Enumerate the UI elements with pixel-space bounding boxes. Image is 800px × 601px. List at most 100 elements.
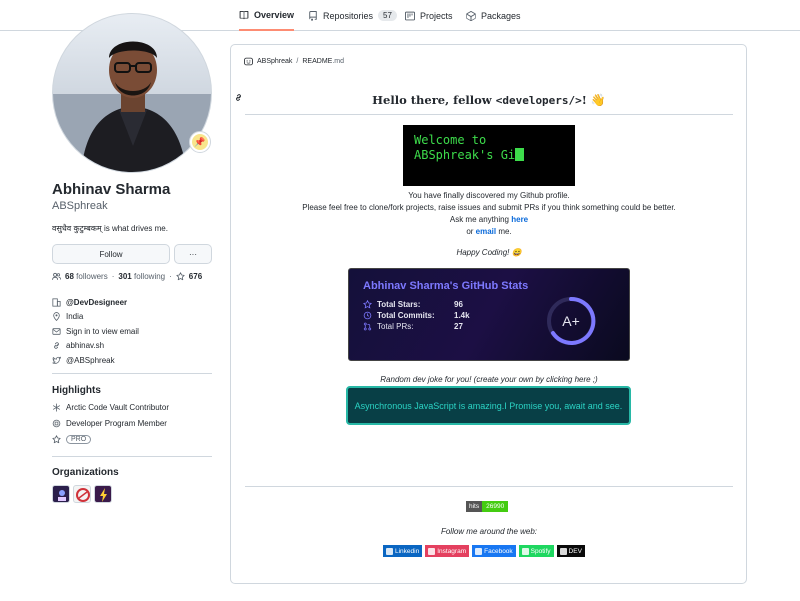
terminal-line-1: Welcome to [414,133,487,147]
org-avatar[interactable] [94,485,112,503]
stars-count[interactable]: 676 [189,272,202,281]
or-text: or [466,227,476,236]
more-options-button[interactable]: ··· [174,244,212,264]
tab-projects-label: Projects [420,10,453,21]
organizations-title: Organizations [52,467,119,478]
ask-here-link[interactable]: here [511,215,528,224]
highlight-developer: Developer Program Member [52,419,167,428]
twitter-link[interactable]: @ABSphreak [66,356,115,365]
readme-owner-link[interactable]: ABSphreak [257,58,292,65]
follow-button[interactable]: Follow [52,244,170,264]
stat-value: 1.4k [454,311,470,320]
intro-line-4: or email me. [245,227,733,236]
org-logo-icon [76,488,90,502]
divider [52,456,212,457]
github-stats-card: Abhinav Sharma's GitHub Stats Total Star… [348,268,630,361]
ask-text: Ask me anything [449,215,512,224]
linkedin-badge[interactable]: Linkedin [383,545,423,557]
section-divider [245,486,733,487]
profile-username: ABSphreak [52,200,108,212]
instagram-badge[interactable]: Instagram [425,545,470,557]
instagram-label: Instagram [437,547,467,555]
followers-count: 68 [65,272,74,281]
spotify-badge[interactable]: Spotify [518,545,554,557]
stat-label: Total Commits: [377,311,435,320]
following-link[interactable]: 301 following [118,272,165,281]
star-icon [52,435,61,444]
org-avatar[interactable] [52,485,70,503]
tab-repositories-label: Repositories [323,10,374,21]
location-icon [53,312,60,322]
dot-separator: · [111,272,115,281]
highlights-title: Highlights [52,385,101,396]
facebook-badge[interactable]: Facebook [472,545,516,557]
happy-coding: Happy Coding! 😄 [245,248,733,257]
org-avatar[interactable] [73,485,91,503]
tab-repositories[interactable]: Repositories 57 [308,0,397,31]
hits-badge: hits 26990 [466,501,509,512]
profile-name: Abhinav Sharma [52,181,171,198]
tab-projects[interactable]: Projects [405,0,453,31]
terminal-line-2-text: ABSphreak's Gi [414,148,516,162]
instagram-icon [428,547,436,555]
stat-label: Total Stars: [377,300,421,309]
mail-icon [52,328,61,335]
follow-stats: 68 followers · 301 following · 676 [52,272,202,281]
tab-packages[interactable]: Packages [466,0,521,31]
tab-overview[interactable]: Overview [239,0,295,31]
book-icon [239,10,249,19]
avatar[interactable] [52,13,212,173]
grade-ring: A+ [547,296,596,345]
intro-line-1: You have finally discovered my Github pr… [408,191,570,200]
email-item: Sign in to view email [52,324,139,339]
follow-web-text: Follow me around the web: [440,527,538,536]
highlight-arctic-label[interactable]: Arctic Code Vault Contributor [66,403,169,412]
tab-packages-label: Packages [481,10,521,21]
stats-title: Abhinav Sharma's GitHub Stats [363,280,529,292]
company-link[interactable]: @DevDesigneer [66,298,127,307]
email-link[interactable]: email [476,227,496,236]
linkedin-icon [386,547,393,555]
hits-label: hits [466,501,483,512]
typing-terminal-banner: Welcome to ABSphreak's Gi [403,125,575,186]
waving-hand-icon: 👋 [590,93,606,107]
following-label: following [133,272,166,281]
location-item: India [52,310,139,325]
website-link[interactable]: abhinav.sh [66,341,104,350]
terminal-cursor [515,148,525,161]
readme-heading: Hello there, fellow <developers/>! 👋 [245,93,733,107]
followers-label: followers [76,272,108,281]
dev-badge[interactable]: DEV [556,545,585,557]
twitter-icon [52,356,61,364]
highlight-developer-label[interactable]: Developer Program Member [66,419,167,428]
repositories-count-badge: 57 [378,10,397,21]
location-text: India [66,312,84,322]
readme-file-link[interactable]: README.md [302,58,344,65]
followers-link[interactable]: 68 followers [65,272,108,281]
dev-joke-card[interactable]: Asynchronous JavaScript is amazing.I Pro… [346,386,631,425]
readme-path: ABSphreak / README.md [244,57,344,66]
people-icon [52,272,61,280]
avatar-image [53,14,211,172]
dev-label: DEV [568,547,582,555]
cpu-icon [52,419,61,428]
history-icon [363,311,372,320]
dot-separator: · [169,272,172,281]
intro-line-2: Please feel free to clone/fork projects,… [302,203,676,212]
social-badges: Linkedin Instagram Facebook Spotify DEV [383,545,585,557]
email-signin-link[interactable]: Sign in to view email [66,327,139,336]
project-icon [405,11,415,20]
facebook-icon [475,547,483,555]
smile-emoji-icon: 😄 [511,248,522,257]
anchor-link-icon[interactable] [234,93,243,102]
terminal-line-2: ABSphreak's Gi [414,148,564,163]
heading-end: ! [581,93,587,107]
status-badge[interactable]: 📌 [189,131,211,153]
readme-file-name: README [302,58,333,65]
stat-row: Total Stars: 96 [363,300,463,309]
highlight-arctic: Arctic Code Vault Contributor [52,403,169,412]
pull-request-icon [363,322,372,331]
dev-icon [559,547,567,555]
twitter-item: @ABSphreak [52,353,139,368]
highlight-pro: PRO [52,435,92,444]
